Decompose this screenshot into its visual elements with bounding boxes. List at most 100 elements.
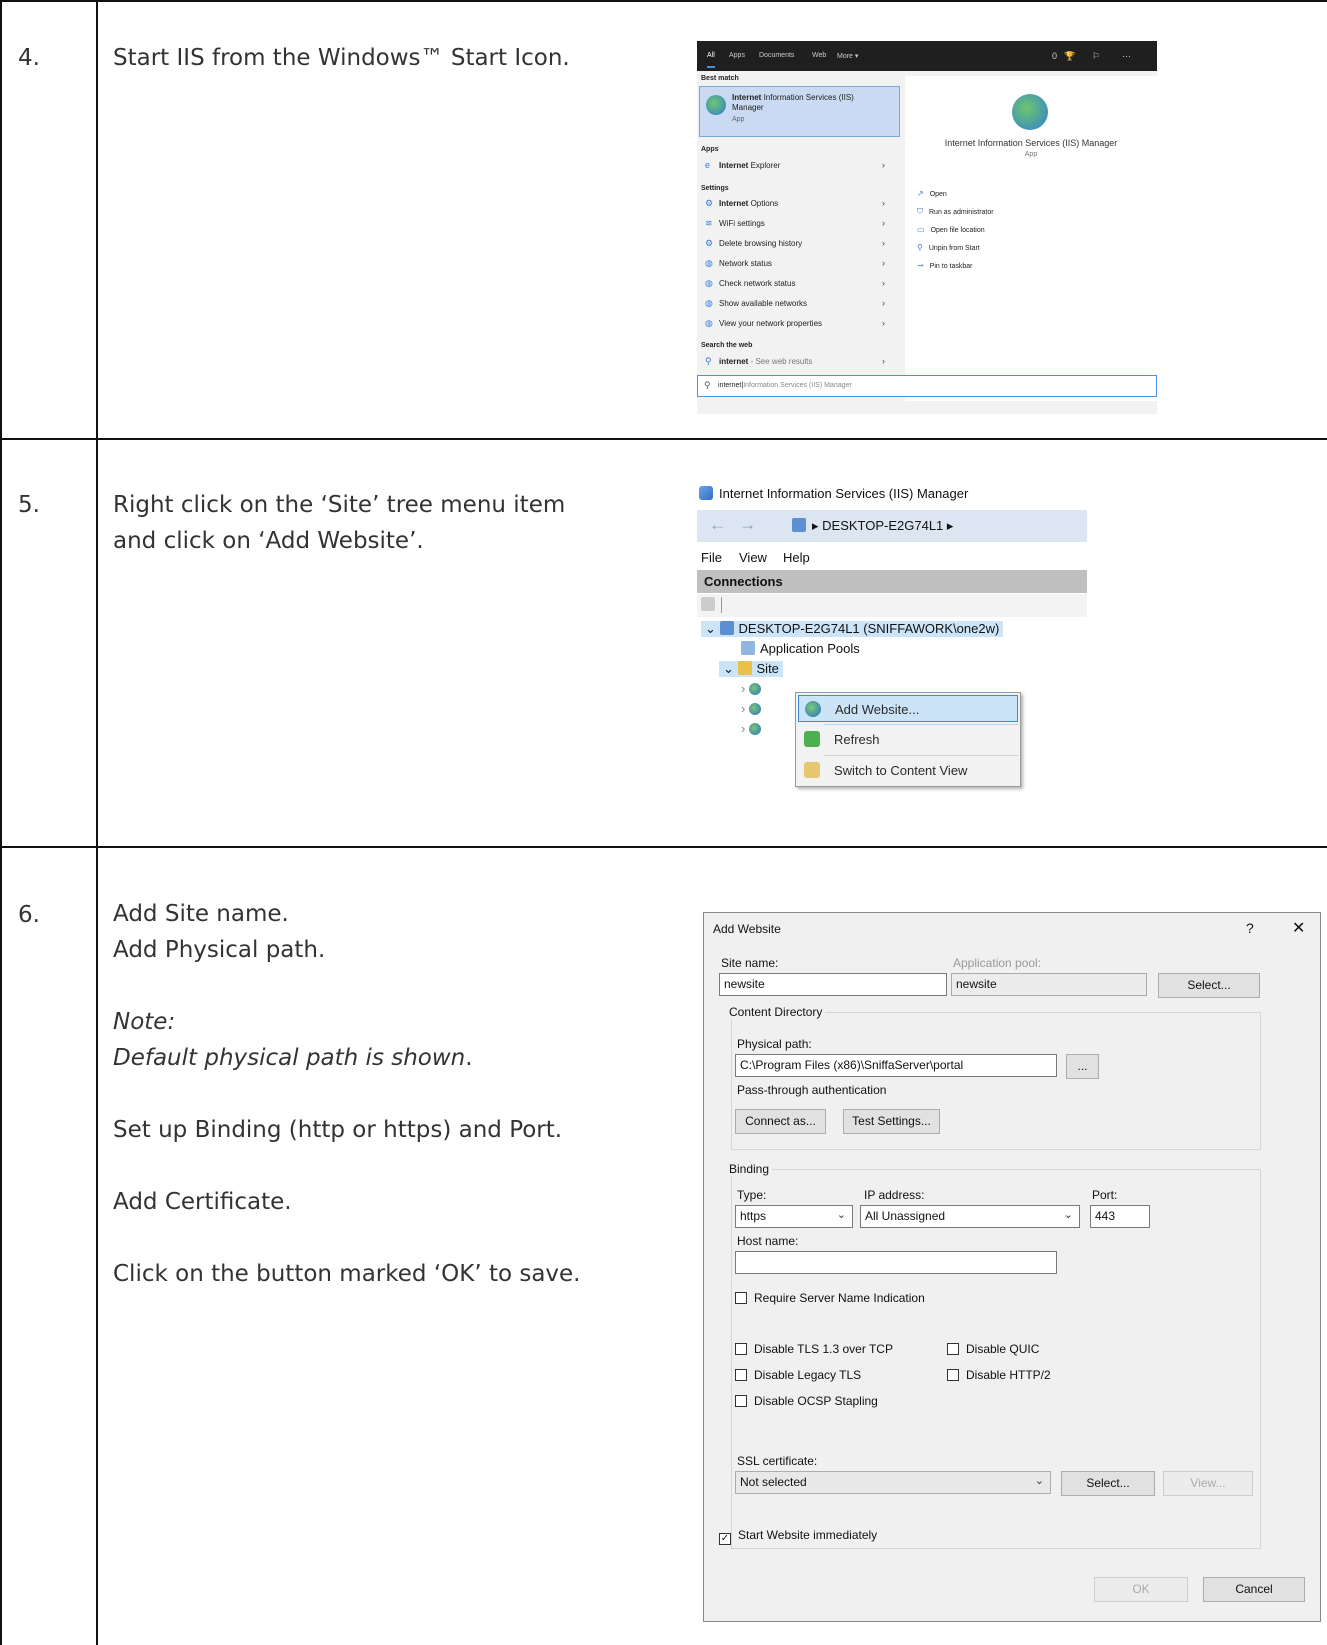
tree-node-sites[interactable]: ⌄ Site	[719, 661, 783, 677]
forward-arrow-icon[interactable]: →	[739, 515, 756, 535]
search-web-label: Search the web	[701, 342, 753, 349]
test-settings-button[interactable]: Test Settings...	[843, 1109, 940, 1134]
close-icon[interactable]: ✕	[1292, 918, 1305, 938]
ok-button[interactable]: OK	[1094, 1577, 1188, 1602]
shield-icon: ⛉	[917, 207, 923, 216]
server-icon	[792, 518, 806, 532]
chevron-right-icon: ›	[882, 258, 885, 268]
ssl-select-button[interactable]: Select...	[1061, 1471, 1155, 1496]
menu-file[interactable]: File	[701, 550, 722, 565]
tab-web[interactable]: Web	[812, 52, 826, 59]
tab-apps[interactable]: Apps	[729, 52, 745, 59]
globe-icon: ◍	[705, 318, 713, 328]
action-pin-taskbar[interactable]: ⊸ Pin to taskbar	[917, 261, 973, 270]
dialog-title: Add Website	[713, 922, 781, 936]
menu-item-refresh[interactable]: Refresh	[798, 726, 1018, 753]
tree-node-site[interactable]: ›	[741, 681, 761, 696]
instruction-line: Add Certificate.	[113, 1189, 292, 1215]
instruction-line: Add Site name.	[113, 901, 289, 927]
globe-icon	[748, 723, 761, 735]
action-open[interactable]: ↗ Open	[917, 189, 947, 198]
globe-icon: ◍	[705, 278, 713, 288]
sni-checkbox[interactable]: Require Server Name Indication	[735, 1291, 925, 1305]
folder-icon: ▭	[917, 225, 925, 234]
feedback-icon[interactable]: ⚐	[1092, 51, 1100, 62]
expand-chevron-icon[interactable]: ⌄	[723, 661, 738, 676]
disable-quic-checkbox[interactable]: Disable QUIC	[947, 1342, 1039, 1356]
browse-button[interactable]: ...	[1066, 1054, 1099, 1079]
app-pool-select-button[interactable]: Select...	[1158, 973, 1260, 998]
chevron-right-icon: ›	[882, 238, 885, 248]
result-delete-history[interactable]: ⚙ Delete browsing history ›	[697, 234, 905, 254]
host-name-input[interactable]	[735, 1251, 1057, 1274]
start-immediately-checkbox[interactable]: ✓ Start Website immediately	[719, 1528, 877, 1545]
result-wifi-settings[interactable]: ≋ WiFi settings ›	[697, 214, 905, 234]
app-pool-label: Application pool:	[953, 956, 1042, 970]
note-label: Note:	[113, 1009, 176, 1035]
result-available-networks[interactable]: ◍ Show available networks ›	[697, 294, 905, 314]
menu-help[interactable]: Help	[783, 550, 810, 565]
instruction-line: Click on the button marked ‘OK’ to save.	[113, 1261, 581, 1287]
collapse-chevron-icon[interactable]: ›	[741, 701, 749, 716]
checkbox-box	[735, 1292, 747, 1304]
result-web-search[interactable]: ⚲ internet - See web results ›	[697, 352, 905, 372]
result-network-properties[interactable]: ◍ View your network properties ›	[697, 314, 905, 334]
connections-toolbar	[697, 594, 1087, 617]
result-network-status[interactable]: ◍ Network status ›	[697, 254, 905, 274]
tab-documents[interactable]: Documents	[759, 52, 794, 59]
iis-app-icon	[706, 95, 726, 115]
checkbox-box	[735, 1343, 747, 1355]
breadcrumb[interactable]: ▸ DESKTOP-E2G74L1 ▸	[812, 518, 953, 534]
collapse-chevron-icon[interactable]: ›	[741, 681, 749, 696]
disable-legacy-tls-checkbox[interactable]: Disable Legacy TLS	[735, 1368, 861, 1382]
chevron-right-icon: ›	[882, 218, 885, 228]
search-input[interactable]: ⚲ internet|Information Services (IIS) Ma…	[697, 375, 1157, 397]
tab-more[interactable]: More ▾	[837, 52, 858, 60]
disable-tls13-checkbox[interactable]: Disable TLS 1.3 over TCP	[735, 1342, 893, 1356]
search-tabs-bar: All Apps Documents Web More ▾ 0 🏆 ⚐ ⋯	[697, 41, 1157, 71]
detail-kind: App	[1024, 151, 1038, 158]
instruction-line: Right click on the ‘Site’ tree menu item	[113, 492, 566, 518]
port-input[interactable]: 443	[1090, 1205, 1150, 1228]
result-internet-explorer[interactable]: e Internet Explorer ›	[697, 156, 905, 176]
physical-path-input[interactable]: C:\Program Files (x86)\SniffaServer\port…	[735, 1054, 1057, 1077]
best-match-kind: App	[732, 116, 745, 123]
cancel-button[interactable]: Cancel	[1203, 1577, 1305, 1602]
table-border	[0, 0, 2, 1645]
result-detail-pane: Internet Information Services (IIS) Mana…	[905, 76, 1157, 401]
action-unpin-start[interactable]: ⚲ Unpin from Start	[917, 243, 980, 252]
chevron-right-icon: ›	[882, 198, 885, 208]
ssl-certificate-select[interactable]: Not selected ⌄	[735, 1471, 1051, 1494]
result-internet-options[interactable]: ⚙ Internet Options ›	[697, 194, 905, 214]
back-arrow-icon[interactable]: ←	[709, 515, 726, 535]
connect-icon[interactable]	[701, 597, 715, 611]
app-pool-input: newsite	[951, 973, 1147, 996]
tree-node-site[interactable]: ›	[741, 721, 761, 736]
trophy-icon[interactable]: 🏆	[1064, 51, 1075, 62]
expand-chevron-icon[interactable]: ⌄	[705, 621, 720, 636]
more-options-icon[interactable]: ⋯	[1122, 51, 1131, 62]
action-run-as-admin[interactable]: ⛉ Run as administrator	[917, 207, 994, 217]
menu-item-add-website[interactable]: Add Website...	[798, 695, 1018, 722]
ip-address-select[interactable]: All Unassigned ⌄	[860, 1205, 1080, 1228]
globe-icon	[748, 683, 761, 695]
ssl-certificate-label: SSL certificate:	[737, 1454, 818, 1468]
collapse-chevron-icon[interactable]: ›	[741, 721, 749, 736]
disable-http2-checkbox[interactable]: Disable HTTP/2	[947, 1368, 1051, 1382]
ssl-view-button: View...	[1163, 1471, 1253, 1496]
type-select[interactable]: https ⌄	[735, 1205, 853, 1228]
tree-node-server[interactable]: ⌄ DESKTOP-E2G74L1 (SNIFFAWORK\one2w)	[701, 621, 1004, 637]
result-check-network[interactable]: ◍ Check network status ›	[697, 274, 905, 294]
tree-node-app-pools[interactable]: Application Pools	[741, 641, 860, 656]
menu-view[interactable]: View	[739, 550, 767, 565]
help-button[interactable]: ?	[1246, 920, 1254, 936]
best-match-item[interactable]: Internet Information Services (IIS) Mana…	[699, 86, 900, 137]
tree-node-site[interactable]: ›	[741, 701, 761, 716]
action-open-file-location[interactable]: ▭ Open file location	[917, 225, 985, 234]
chevron-right-icon: ›	[882, 298, 885, 308]
disable-ocsp-checkbox[interactable]: Disable OCSP Stapling	[735, 1394, 878, 1408]
site-name-input[interactable]: newsite	[719, 973, 947, 996]
connect-as-button[interactable]: Connect as...	[735, 1109, 826, 1134]
tab-all[interactable]: All	[707, 52, 715, 68]
menu-item-content-view[interactable]: Switch to Content View	[798, 757, 1018, 784]
